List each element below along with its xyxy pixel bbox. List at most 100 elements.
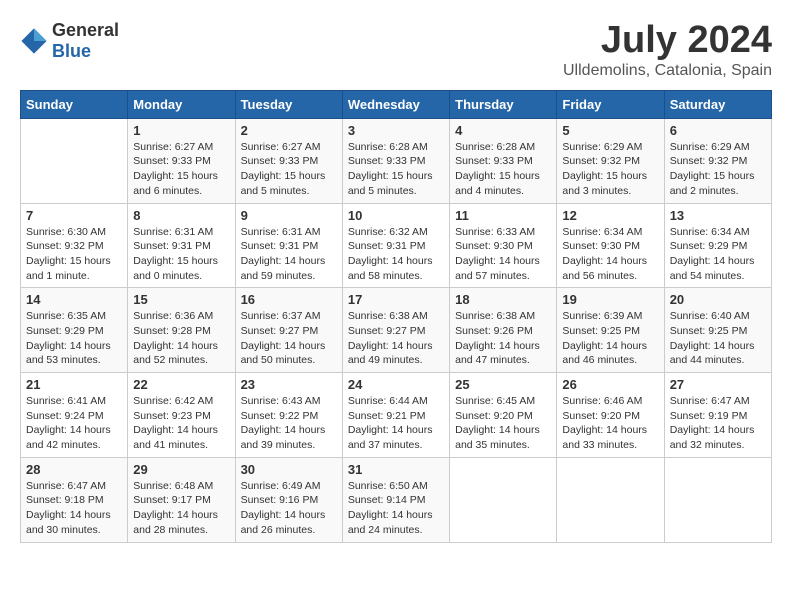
- day-number: 14: [26, 292, 122, 307]
- col-header-thursday: Thursday: [450, 90, 557, 118]
- day-cell: 5 Sunrise: 6:29 AM Sunset: 9:32 PM Daylig…: [557, 118, 664, 203]
- week-row-2: 7Sunrise: 6:30 AM Sunset: 9:32 PM Daylig…: [21, 203, 772, 288]
- day-info: Sunrise: 6:47 AM Sunset: 9:19 PM Dayligh…: [670, 394, 766, 453]
- day-number: 30: [241, 462, 337, 477]
- day-info: Sunrise: 6:47 AM Sunset: 9:18 PM Dayligh…: [26, 479, 122, 538]
- day-number: 5: [562, 123, 658, 138]
- day-cell: 1Sunrise: 6:27 AM Sunset: 9:33 PM Daylig…: [128, 118, 235, 203]
- day-number: 7: [26, 208, 122, 223]
- day-info: Sunrise: 6:48 AM Sunset: 9:17 PM Dayligh…: [133, 479, 229, 538]
- day-cell: 28 Sunrise: 6:47 AM Sunset: 9:18 PM Dayli…: [21, 457, 128, 542]
- day-cell: [450, 457, 557, 542]
- day-number: 8: [133, 208, 229, 223]
- subtitle: Ulldemolins, Catalonia, Spain: [563, 62, 772, 80]
- logo-icon: [20, 27, 48, 55]
- day-info: Sunrise: 6:32 AM Sunset: 9:31 PM Dayligh…: [348, 225, 444, 284]
- day-number: 28: [26, 462, 122, 477]
- day-info: Sunrise: 6:34 AM Sunset: 9:30 PM Dayligh…: [562, 225, 658, 284]
- day-cell: 29Sunrise: 6:48 AM Sunset: 9:17 PM Dayli…: [128, 457, 235, 542]
- day-cell: 15Sunrise: 6:36 AM Sunset: 9:28 PM Dayli…: [128, 288, 235, 373]
- day-number: 19: [562, 292, 658, 307]
- day-info: Sunrise: 6:35 AM Sunset: 9:29 PM Dayligh…: [26, 309, 122, 368]
- day-info: Sunrise: 6:31 AM Sunset: 9:31 PM Dayligh…: [241, 225, 337, 284]
- col-header-monday: Monday: [128, 90, 235, 118]
- day-cell: 23Sunrise: 6:43 AM Sunset: 9:22 PM Dayli…: [235, 373, 342, 458]
- col-header-sunday: Sunday: [21, 90, 128, 118]
- day-cell: 6 Sunrise: 6:29 AM Sunset: 9:32 PM Daylig…: [664, 118, 771, 203]
- day-info: Sunrise: 6:28 AM Sunset: 9:33 PM Dayligh…: [348, 140, 444, 199]
- col-header-saturday: Saturday: [664, 90, 771, 118]
- col-header-friday: Friday: [557, 90, 664, 118]
- week-row-3: 14 Sunrise: 6:35 AM Sunset: 9:29 PM Dayli…: [21, 288, 772, 373]
- day-cell: 9 Sunrise: 6:31 AM Sunset: 9:31 PM Daylig…: [235, 203, 342, 288]
- day-info: Sunrise: 6:44 AM Sunset: 9:21 PM Dayligh…: [348, 394, 444, 453]
- day-info: Sunrise: 6:28 AM Sunset: 9:33 PM Dayligh…: [455, 140, 551, 199]
- day-info: Sunrise: 6:33 AM Sunset: 9:30 PM Dayligh…: [455, 225, 551, 284]
- day-cell: [21, 118, 128, 203]
- day-cell: 20 Sunrise: 6:40 AM Sunset: 9:25 PM Dayli…: [664, 288, 771, 373]
- day-number: 21: [26, 377, 122, 392]
- day-number: 10: [348, 208, 444, 223]
- day-cell: 31Sunrise: 6:50 AM Sunset: 9:14 PM Dayli…: [342, 457, 449, 542]
- day-info: Sunrise: 6:42 AM Sunset: 9:23 PM Dayligh…: [133, 394, 229, 453]
- day-number: 26: [562, 377, 658, 392]
- day-cell: 26Sunrise: 6:46 AM Sunset: 9:20 PM Dayli…: [557, 373, 664, 458]
- logo: General Blue: [20, 20, 119, 62]
- day-number: 15: [133, 292, 229, 307]
- day-cell: [557, 457, 664, 542]
- day-cell: 19 Sunrise: 6:39 AM Sunset: 9:25 PM Dayli…: [557, 288, 664, 373]
- day-cell: 22 Sunrise: 6:42 AM Sunset: 9:23 PM Dayli…: [128, 373, 235, 458]
- day-info: Sunrise: 6:31 AM Sunset: 9:31 PM Dayligh…: [133, 225, 229, 284]
- logo-blue: Blue: [52, 41, 91, 61]
- day-info: Sunrise: 6:45 AM Sunset: 9:20 PM Dayligh…: [455, 394, 551, 453]
- day-cell: 13Sunrise: 6:34 AM Sunset: 9:29 PM Dayli…: [664, 203, 771, 288]
- day-number: 3: [348, 123, 444, 138]
- day-cell: 4 Sunrise: 6:28 AM Sunset: 9:33 PM Daylig…: [450, 118, 557, 203]
- day-number: 4: [455, 123, 551, 138]
- day-info: Sunrise: 6:27 AM Sunset: 9:33 PM Dayligh…: [241, 140, 337, 199]
- day-cell: 2 Sunrise: 6:27 AM Sunset: 9:33 PM Daylig…: [235, 118, 342, 203]
- day-cell: 24 Sunrise: 6:44 AM Sunset: 9:21 PM Dayli…: [342, 373, 449, 458]
- day-number: 25: [455, 377, 551, 392]
- day-number: 22: [133, 377, 229, 392]
- logo-general: General: [52, 20, 119, 40]
- week-row-4: 21 Sunrise: 6:41 AM Sunset: 9:24 PM Dayli…: [21, 373, 772, 458]
- day-cell: 17Sunrise: 6:38 AM Sunset: 9:27 PM Dayli…: [342, 288, 449, 373]
- day-number: 24: [348, 377, 444, 392]
- calendar-header-row: SundayMondayTuesdayWednesdayThursdayFrid…: [21, 90, 772, 118]
- day-cell: [664, 457, 771, 542]
- day-info: Sunrise: 6:27 AM Sunset: 9:33 PM Dayligh…: [133, 140, 229, 199]
- day-info: Sunrise: 6:29 AM Sunset: 9:32 PM Dayligh…: [670, 140, 766, 199]
- day-number: 9: [241, 208, 337, 223]
- day-number: 2: [241, 123, 337, 138]
- day-number: 20: [670, 292, 766, 307]
- day-number: 13: [670, 208, 766, 223]
- day-cell: 12 Sunrise: 6:34 AM Sunset: 9:30 PM Dayli…: [557, 203, 664, 288]
- day-cell: 3 Sunrise: 6:28 AM Sunset: 9:33 PM Daylig…: [342, 118, 449, 203]
- day-number: 6: [670, 123, 766, 138]
- day-number: 12: [562, 208, 658, 223]
- day-info: Sunrise: 6:29 AM Sunset: 9:32 PM Dayligh…: [562, 140, 658, 199]
- calendar-body: 1Sunrise: 6:27 AM Sunset: 9:33 PM Daylig…: [21, 118, 772, 542]
- day-number: 27: [670, 377, 766, 392]
- day-info: Sunrise: 6:40 AM Sunset: 9:25 PM Dayligh…: [670, 309, 766, 368]
- day-cell: 10 Sunrise: 6:32 AM Sunset: 9:31 PM Dayli…: [342, 203, 449, 288]
- day-info: Sunrise: 6:49 AM Sunset: 9:16 PM Dayligh…: [241, 479, 337, 538]
- day-cell: 16Sunrise: 6:37 AM Sunset: 9:27 PM Dayli…: [235, 288, 342, 373]
- calendar-table: SundayMondayTuesdayWednesdayThursdayFrid…: [20, 90, 772, 543]
- day-number: 16: [241, 292, 337, 307]
- day-info: Sunrise: 6:41 AM Sunset: 9:24 PM Dayligh…: [26, 394, 122, 453]
- day-cell: 18Sunrise: 6:38 AM Sunset: 9:26 PM Dayli…: [450, 288, 557, 373]
- week-row-1: 1Sunrise: 6:27 AM Sunset: 9:33 PM Daylig…: [21, 118, 772, 203]
- week-row-5: 28 Sunrise: 6:47 AM Sunset: 9:18 PM Dayli…: [21, 457, 772, 542]
- col-header-tuesday: Tuesday: [235, 90, 342, 118]
- day-info: Sunrise: 6:38 AM Sunset: 9:26 PM Dayligh…: [455, 309, 551, 368]
- page-header: General Blue July 2024 Ulldemolins, Cata…: [20, 20, 772, 80]
- day-number: 17: [348, 292, 444, 307]
- day-cell: 7Sunrise: 6:30 AM Sunset: 9:32 PM Daylig…: [21, 203, 128, 288]
- day-cell: 21 Sunrise: 6:41 AM Sunset: 9:24 PM Dayli…: [21, 373, 128, 458]
- title-block: July 2024 Ulldemolins, Catalonia, Spain: [563, 20, 772, 80]
- day-number: 31: [348, 462, 444, 477]
- day-info: Sunrise: 6:39 AM Sunset: 9:25 PM Dayligh…: [562, 309, 658, 368]
- day-info: Sunrise: 6:43 AM Sunset: 9:22 PM Dayligh…: [241, 394, 337, 453]
